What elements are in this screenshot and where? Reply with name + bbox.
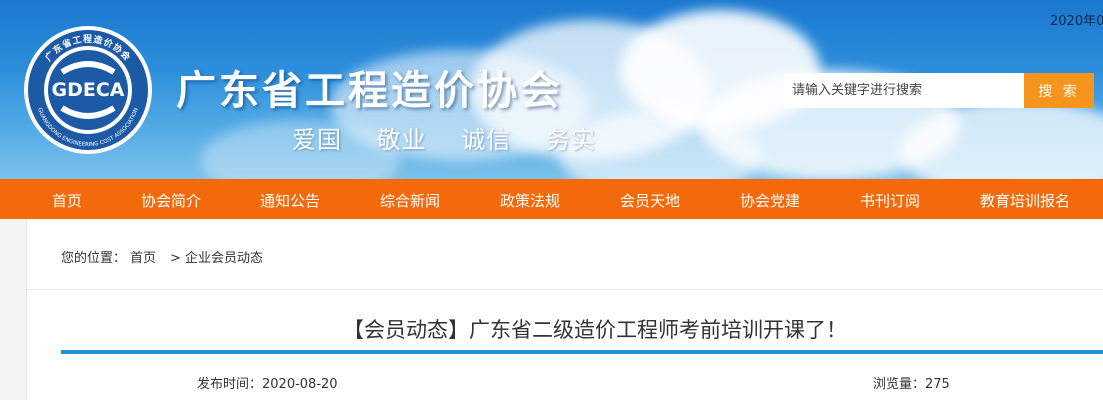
slogan-word: 爱国 bbox=[292, 126, 342, 154]
logo-text: GDECA bbox=[52, 79, 125, 101]
gdeca-logo[interactable]: GDECA 广东省工程造价协会 GUANGDONG ENGINEERING CO… bbox=[22, 24, 154, 156]
view-count-label: 浏览量： bbox=[873, 377, 926, 392]
publish-date: 发布时间：2020-08-20 bbox=[197, 373, 338, 392]
breadcrumb: 您的位置： 首页 > 企业会员动态 bbox=[61, 247, 267, 266]
nav-item-publications[interactable]: 书刊订阅 bbox=[860, 190, 920, 211]
view-count-value: 275 bbox=[925, 377, 950, 392]
search-button[interactable]: 搜 索 bbox=[1024, 73, 1094, 108]
nav-item-home[interactable]: 首页 bbox=[52, 190, 82, 211]
header-banner: 2020年0 GDECA 广东省工程造价协会 GUANGDONG ENGINEE… bbox=[0, 0, 1103, 179]
breadcrumb-separator: > bbox=[170, 251, 181, 266]
nav-item-policy[interactable]: 政策法规 bbox=[500, 190, 560, 211]
slogan-word: 敬业 bbox=[376, 126, 427, 154]
nav-item-notices[interactable]: 通知公告 bbox=[260, 190, 320, 211]
content-panel: 您的位置： 首页 > 企业会员动态 【会员动态】广东省二级造价工程师考前培训开课了！ … bbox=[26, 219, 1103, 400]
breadcrumb-current[interactable]: 企业会员动态 bbox=[185, 251, 263, 266]
breadcrumb-prefix: 您的位置： bbox=[61, 251, 127, 266]
slogan: 爱国 敬业 诚信 务实 bbox=[292, 120, 622, 155]
nav-item-training[interactable]: 教育培训报名 bbox=[980, 190, 1070, 211]
title-underline-bar bbox=[61, 350, 1103, 354]
nav-item-about[interactable]: 协会简介 bbox=[141, 190, 201, 211]
nav-item-party[interactable]: 协会党建 bbox=[740, 190, 800, 211]
header-date: 2020年0 bbox=[1050, 14, 1103, 29]
divider bbox=[27, 289, 1103, 290]
slogan-word: 务实 bbox=[545, 126, 596, 154]
search-input[interactable] bbox=[784, 73, 1024, 108]
breadcrumb-home-link[interactable]: 首页 bbox=[130, 251, 156, 266]
main-nav: 首页 协会简介 通知公告 综合新闻 政策法规 会员天地 协会党建 书刊订阅 教育… bbox=[0, 179, 1103, 219]
nav-item-news[interactable]: 综合新闻 bbox=[380, 190, 440, 211]
publish-date-label: 发布时间： bbox=[197, 377, 263, 392]
nav-item-members[interactable]: 会员天地 bbox=[620, 190, 680, 211]
publish-date-value: 2020-08-20 bbox=[262, 377, 338, 392]
article-title: 【会员动态】广东省二级造价工程师考前培训开课了！ bbox=[343, 318, 847, 342]
site-title: 广东省工程造价协会 bbox=[176, 68, 563, 114]
slogan-word: 诚信 bbox=[461, 126, 512, 154]
view-count: 浏览量：275 bbox=[873, 373, 950, 392]
